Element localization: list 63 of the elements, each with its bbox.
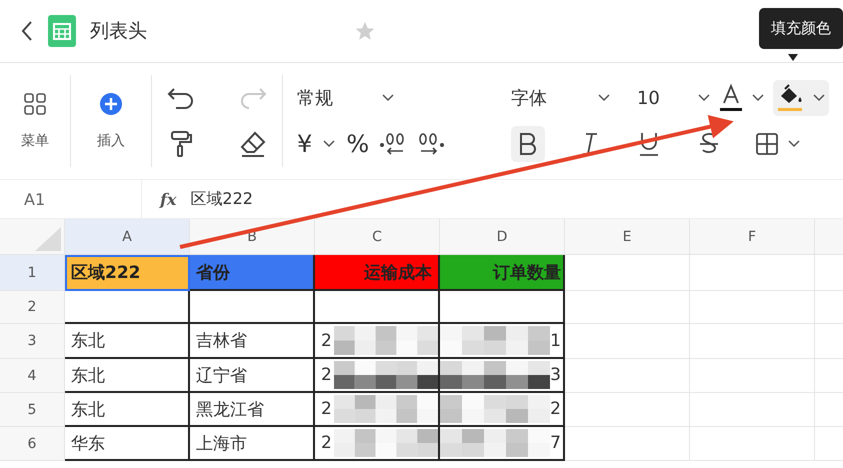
column-header[interactable]: E [565,219,690,255]
chevron-down-icon[interactable] [322,139,336,149]
document-title: 列表头 [90,19,148,44]
insert-label[interactable]: 插入 [97,132,126,150]
font-size-dropdown[interactable]: 10 [636,88,689,108]
column-header[interactable]: A [65,219,190,255]
chevron-down-icon[interactable] [596,93,611,103]
percent-button[interactable]: % [346,130,370,158]
chevron-down-icon[interactable] [381,93,396,103]
table-cell: 东北 [65,324,190,359]
table-cell: 7 [440,427,565,461]
column-header[interactable]: D [440,219,565,255]
table-cell: 订单数量 [440,255,565,291]
back-icon[interactable] [20,20,34,42]
table-cell: 2 [315,359,440,393]
increase-decimal-icon[interactable] [417,131,446,157]
chevron-down-icon[interactable] [696,93,711,103]
tooltip-pointer [788,54,798,62]
table-cell: 2 [315,324,440,359]
spreadsheet-icon [48,15,76,47]
table-cell: 吉林省 [190,324,315,359]
row-header[interactable]: 4 [0,359,65,393]
table-cell: 2 [315,393,440,427]
row-header[interactable]: 1 [0,255,65,291]
font-dropdown[interactable]: 字体 [510,86,589,110]
bold-icon[interactable] [518,132,538,156]
table-cell: 华东 [65,427,190,461]
plus-circle-icon[interactable] [99,92,124,116]
bold-button[interactable] [510,126,545,162]
currency-button[interactable]: ¥ [297,130,312,158]
table-cell: 上海市 [190,427,315,461]
column-header[interactable]: F [690,219,815,255]
number-format-dropdown[interactable]: 常规 [297,86,368,110]
formula-input[interactable]: 区域222 [190,188,253,210]
row-header[interactable]: 3 [0,324,65,359]
chevron-down-icon[interactable] [750,93,765,103]
paint-bucket-icon[interactable] [776,83,804,113]
table-cell: 区域222 [65,255,190,291]
star-icon[interactable] [354,20,376,42]
table-cell: 1 [440,324,565,359]
fill-color-tooltip: 填充颜色 [759,8,843,49]
chevron-down-icon[interactable] [786,139,801,149]
fill-color-button[interactable] [772,80,829,116]
grid-menu-icon[interactable] [23,92,48,116]
borders-icon[interactable] [754,132,779,156]
table-cell: 2 [440,393,565,427]
table-cell: 运输成本 [315,255,440,291]
table-cell: 东北 [65,393,190,427]
row-header[interactable]: 2 [0,291,65,324]
column-header[interactable]: C [315,219,440,255]
table-cell: 3 [440,359,565,393]
row-header[interactable]: 5 [0,393,65,427]
table-cell: 黑龙江省 [190,393,315,427]
table-cell: 省份 [190,255,315,291]
table-cell: 辽宁省 [190,359,315,393]
menu-label[interactable]: 菜单 [21,132,50,150]
table-cell: 2 [315,427,440,461]
table-cell: 东北 [65,359,190,393]
cell-reference: A1 [24,190,46,208]
chevron-down-icon[interactable] [812,93,826,103]
row-header[interactable]: 6 [0,427,65,461]
font-color-icon[interactable] [718,83,743,113]
function-label[interactable]: fx [160,190,176,208]
